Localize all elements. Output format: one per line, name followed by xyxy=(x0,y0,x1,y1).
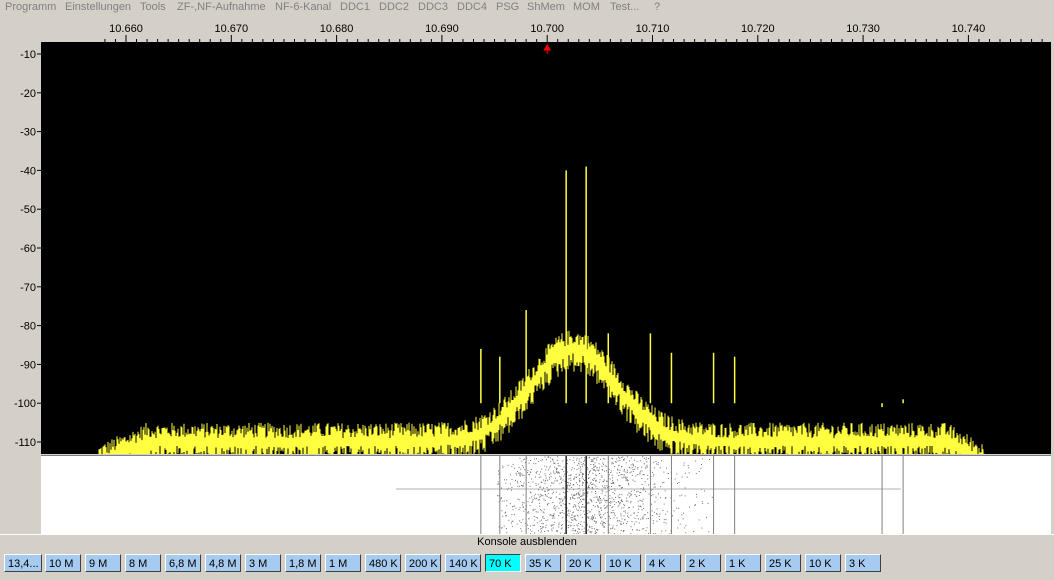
bandwidth-button[interactable]: 1,8 M xyxy=(285,554,321,572)
x-tick-label: 10.670 xyxy=(214,23,248,35)
y-tick-label: -40 xyxy=(20,165,36,177)
menu-item-ddc3[interactable]: DDC3 xyxy=(418,0,448,15)
level-axis: -10 -20 -30 -40 -50 -60 -70 -80 -90 -100 -110 xyxy=(14,49,41,449)
waterfall-noise xyxy=(497,456,713,535)
x-tick-label: 10.710 xyxy=(636,23,670,35)
spectrum-plot[interactable] xyxy=(41,42,1051,458)
menu-item-mom[interactable]: MOM xyxy=(573,0,600,15)
menu-item-ddc2[interactable]: DDC2 xyxy=(379,0,409,15)
menu-item-psg[interactable]: PSG xyxy=(496,0,519,15)
menu-item-shmem[interactable]: ShMem xyxy=(527,0,565,15)
y-tick-label: -20 xyxy=(20,88,36,100)
bandwidth-button[interactable]: 10 K xyxy=(605,554,641,572)
bandwidth-button[interactable]: 25 K xyxy=(765,554,801,572)
y-tick-label: -100 xyxy=(14,398,36,410)
bandwidth-button[interactable]: 13,4... xyxy=(4,554,42,572)
y-tick-label: -80 xyxy=(20,321,36,333)
frequency-axis: 10.660 10.670 10.680 10.690 10.700 10.710 10.7… xyxy=(104,23,1043,42)
bandwidth-button[interactable]: 2 K xyxy=(685,554,721,572)
y-tick-label: -60 xyxy=(20,243,36,255)
y-tick-label: -110 xyxy=(15,437,36,449)
x-tick-label: 10.690 xyxy=(425,23,459,35)
bandwidth-button[interactable]: 140 K xyxy=(445,554,481,572)
menu-item-nf-6-kanal[interactable]: NF-6-Kanal xyxy=(275,0,331,15)
menu-item-test[interactable]: Test... xyxy=(610,0,639,15)
menu-item-zf-nf-aufnahme[interactable]: ZF-,NF-Aufnahme xyxy=(177,0,266,15)
bandwidth-button[interactable]: 8 M xyxy=(125,554,161,572)
y-tick-label: -50 xyxy=(20,204,36,216)
bandwidth-button[interactable]: 70 K xyxy=(485,554,521,572)
menu-item-help[interactable]: ? xyxy=(654,0,660,15)
spectrum-trace xyxy=(98,330,986,458)
y-tick-label: -10 xyxy=(20,49,36,61)
menu-item-ddc1[interactable]: DDC1 xyxy=(340,0,370,15)
bandwidth-button[interactable]: 35 K xyxy=(525,554,561,572)
x-tick-label: 10.700 xyxy=(530,23,564,35)
bandwidth-button[interactable]: 1 M xyxy=(325,554,361,572)
bandwidth-button[interactable]: 10 M xyxy=(45,554,81,572)
menu-item-programm[interactable]: Programm xyxy=(5,0,56,15)
x-tick-label: 10.740 xyxy=(952,23,986,35)
bandwidth-button[interactable]: 6,8 M xyxy=(165,554,201,572)
menu-bar: Programm Einstellungen Tools ZF-,NF-Aufnahm… xyxy=(0,0,1054,15)
bandwidth-toolbar: 13,4... 10 M9 M8 M 6,8 M 4,8 M3 M 1,8 M1 M 48… xyxy=(0,551,1054,580)
bandwidth-button[interactable]: 4,8 M xyxy=(205,554,241,572)
y-tick-label: -70 xyxy=(20,282,36,294)
bandwidth-button[interactable]: 4 K xyxy=(645,554,681,572)
x-tick-label: 10.660 xyxy=(109,23,143,35)
bandwidth-button[interactable]: 480 K xyxy=(365,554,401,572)
bandwidth-button[interactable]: 9 M xyxy=(85,554,121,572)
center-frequency-marker xyxy=(543,44,552,54)
x-tick-label: 10.730 xyxy=(846,23,880,35)
waterfall-display[interactable] xyxy=(41,455,1051,535)
bandwidth-button[interactable]: 1 K xyxy=(725,554,761,572)
bandwidth-button[interactable]: 3 K xyxy=(845,554,881,572)
bandwidth-button[interactable]: 10 K xyxy=(805,554,841,572)
menu-item-ddc4[interactable]: DDC4 xyxy=(457,0,487,15)
console-toggle-button[interactable]: Konsole ausblenden xyxy=(0,534,1054,552)
y-tick-label: -30 xyxy=(20,127,36,139)
x-tick-label: 10.680 xyxy=(320,23,354,35)
bandwidth-button[interactable]: 200 K xyxy=(405,554,441,572)
x-tick-label: 10.720 xyxy=(741,23,775,35)
bandwidth-button[interactable]: 3 M xyxy=(245,554,281,572)
bandwidth-button[interactable]: 20 K xyxy=(565,554,601,572)
y-tick-label: -90 xyxy=(20,359,36,371)
menu-item-tools[interactable]: Tools xyxy=(140,0,166,15)
spectrum-display: 10.660 10.670 10.680 10.690 10.700 10.710 10.7… xyxy=(0,15,1054,535)
menu-item-einstellungen[interactable]: Einstellungen xyxy=(65,0,131,15)
